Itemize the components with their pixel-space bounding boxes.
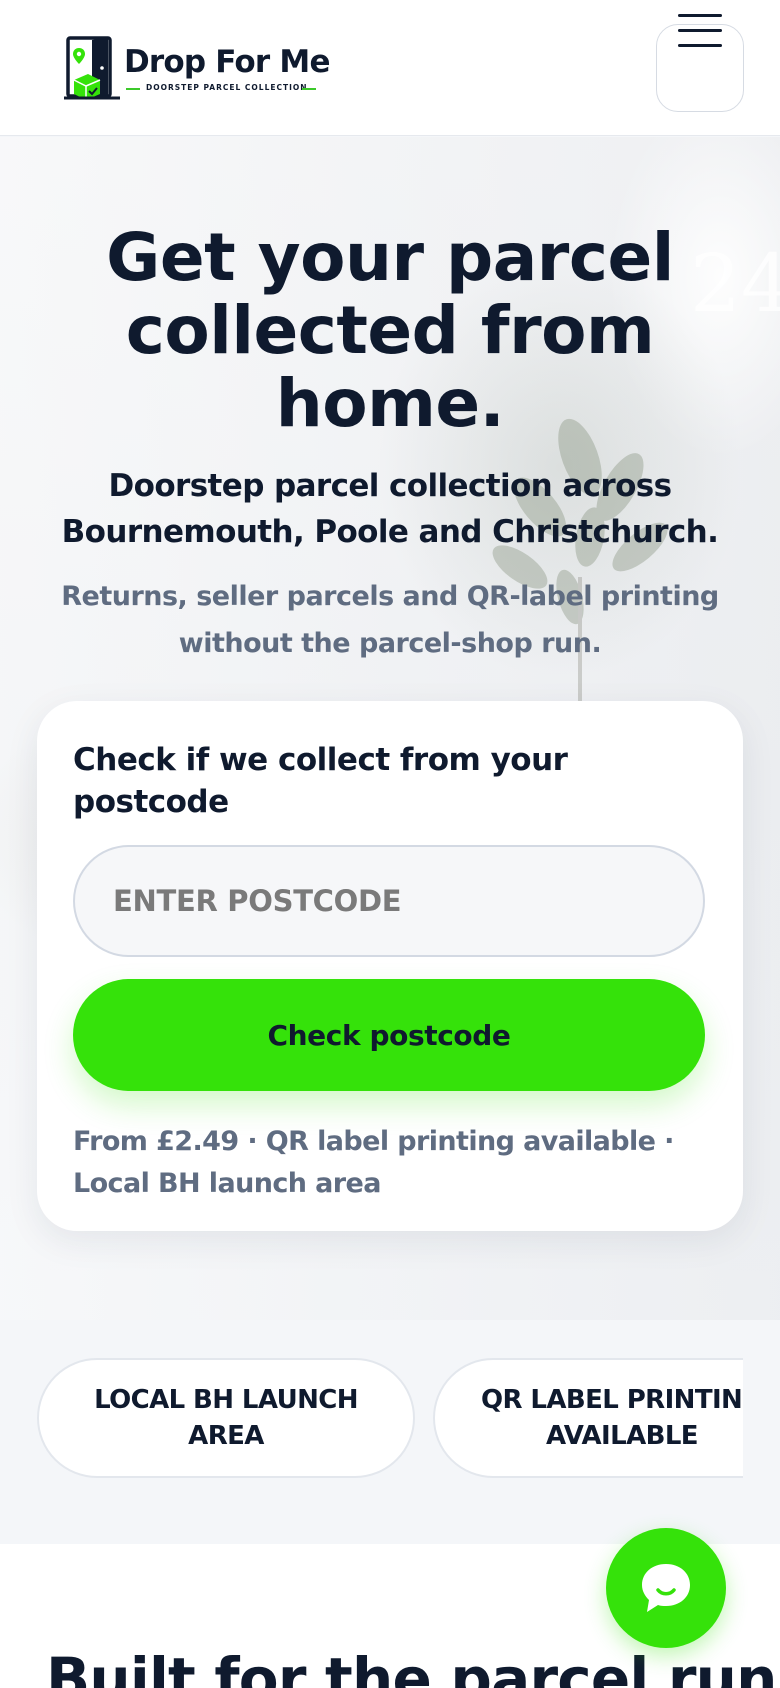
logo-tagline: DOORSTEP PARCEL COLLECTION bbox=[146, 83, 308, 92]
logo-title: Drop For Me bbox=[124, 44, 330, 80]
feature-pills-carousel[interactable]: LOCAL BH LAUNCH AREA QR LABEL PRINTING A… bbox=[37, 1220, 743, 1492]
pricing-note: From £2.49 · QR label printing available… bbox=[73, 1126, 674, 1199]
chat-button[interactable] bbox=[606, 1528, 726, 1648]
hero-description: Returns, seller parcels and QR-label pri… bbox=[61, 581, 719, 659]
check-postcode-button[interactable]: Check postcode bbox=[73, 979, 705, 1091]
chat-bubble-icon bbox=[642, 1564, 690, 1612]
postcode-input[interactable] bbox=[73, 845, 705, 957]
feature-pill-label: QR LABEL PRINTING AVAILABLE bbox=[481, 1385, 743, 1451]
feature-pill: LOCAL BH LAUNCH AREA bbox=[37, 1358, 415, 1478]
logo-tagline-row: DOORSTEP PARCEL COLLECTION bbox=[126, 83, 316, 95]
tagline-divider bbox=[126, 88, 140, 90]
logo[interactable]: Drop For Me DOORSTEP PARCEL COLLECTION bbox=[64, 36, 330, 104]
postcode-card-title: Check if we collect from your postcode bbox=[73, 742, 568, 820]
site-header: Drop For Me DOORSTEP PARCEL COLLECTION bbox=[0, 0, 780, 136]
hamburger-menu-icon[interactable] bbox=[678, 14, 722, 48]
hero-section: 24 Get your parcel collected from home. … bbox=[0, 137, 780, 1320]
postcode-check-card: Check if we collect from your postcode C… bbox=[37, 701, 743, 1231]
feature-pill: QR LABEL PRINTING AVAILABLE bbox=[433, 1358, 743, 1478]
feature-pill-label: LOCAL BH LAUNCH AREA bbox=[94, 1385, 358, 1451]
section-title: Built for the parcel run bbox=[46, 1645, 777, 1688]
door-parcel-logo-icon bbox=[64, 36, 120, 100]
tagline-divider bbox=[302, 88, 316, 90]
hero-title: Get your parcel collected from home. bbox=[106, 219, 674, 442]
hero-subtitle: Doorstep parcel collection across Bourne… bbox=[61, 468, 719, 550]
